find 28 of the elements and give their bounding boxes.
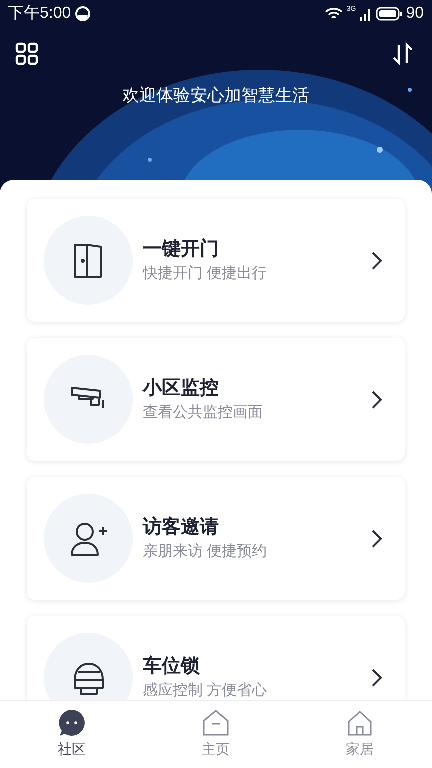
- status-time: 下午5:00: [8, 4, 72, 24]
- feature-subtitle: 查看公共监控画面: [143, 404, 264, 422]
- feature-subtitle: 感应控制 方便省心: [143, 682, 268, 700]
- feature-card[interactable]: 一键开门 快捷开门 便捷出行: [27, 199, 405, 322]
- feature-subtitle: 快捷开门 便捷出行: [143, 264, 268, 282]
- feature-title: 一键开门: [143, 238, 220, 260]
- chat-icon: [58, 709, 86, 737]
- signal-icon: [360, 7, 372, 21]
- feature-title: 车位锁: [143, 656, 201, 678]
- chevron-right-icon: [371, 250, 383, 270]
- feature-subtitle: 亲朋来访 便捷预约: [143, 542, 268, 560]
- feature-card[interactable]: 访客邀请 亲朋来访 便捷预约: [27, 477, 405, 600]
- chevron-right-icon: [371, 668, 383, 688]
- home-icon: [202, 709, 230, 737]
- feature-title: 小区监控: [143, 378, 220, 400]
- house-icon: [346, 709, 374, 737]
- wifi-icon: [324, 7, 343, 21]
- status-app-icon: [75, 6, 92, 22]
- grid-menu-button[interactable]: [15, 41, 41, 67]
- chevron-right-icon: [371, 528, 383, 548]
- feature-card[interactable]: 小区监控 查看公共监控画面: [27, 338, 405, 461]
- welcome-title: 欢迎体验安心加智慧生活: [122, 85, 310, 108]
- feature-title: 访客邀请: [143, 516, 220, 538]
- battery-icon: [376, 7, 402, 21]
- chevron-right-icon: [371, 390, 383, 410]
- tab-item[interactable]: 社区: [0, 701, 144, 768]
- battery-level: 90: [406, 4, 424, 24]
- feature-card[interactable]: 车位锁 感应控制 方便省心: [27, 616, 405, 700]
